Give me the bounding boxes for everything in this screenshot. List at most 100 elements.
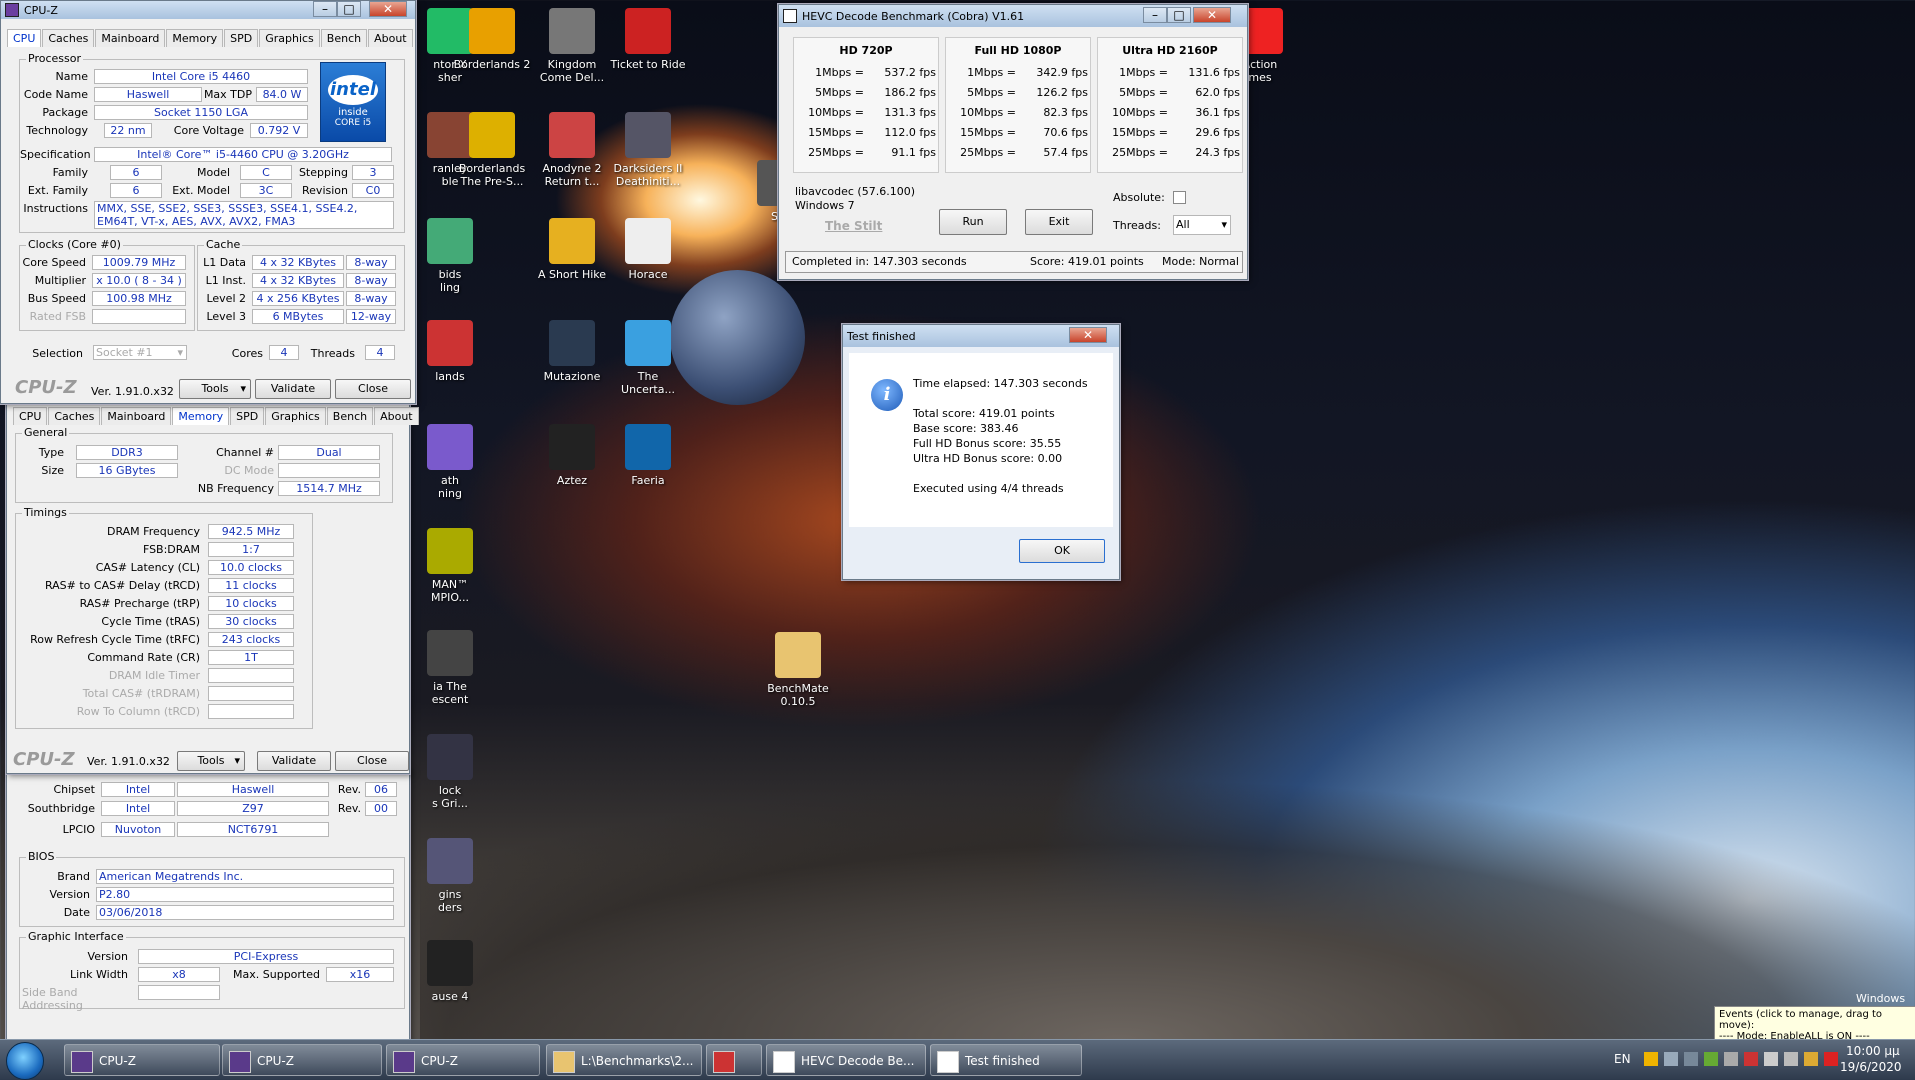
- desktop-icon[interactable]: Faeria: [608, 424, 688, 487]
- desktop-icon[interactable]: Borderlands 2: [452, 8, 532, 71]
- taskbar-item[interactable]: [706, 1044, 762, 1076]
- taskbar-item[interactable]: Test finished: [930, 1044, 1082, 1076]
- graphic-interface-group: Graphic Interface Version PCI-Express Li…: [19, 930, 405, 1012]
- desktop-icon[interactable]: gins ders: [410, 838, 490, 914]
- tab-memory[interactable]: Memory: [166, 29, 224, 47]
- close-button[interactable]: Close: [335, 751, 409, 771]
- tools-button[interactable]: Tools ▾: [177, 751, 245, 771]
- fps-value: 91.1 fps: [891, 146, 936, 159]
- run-button[interactable]: Run: [939, 209, 1007, 235]
- close-icon[interactable]: ✕: [369, 1, 407, 17]
- close-button[interactable]: Close: [335, 379, 411, 399]
- app-icon: [549, 424, 595, 470]
- desktop-icon[interactable]: ia The escent: [410, 630, 490, 706]
- close-icon[interactable]: ✕: [1193, 7, 1231, 23]
- signal-icon[interactable]: [1784, 1052, 1798, 1066]
- warning-icon[interactable]: [1644, 1052, 1658, 1066]
- desktop-icon[interactable]: MAN™ MPIO...: [410, 528, 490, 604]
- timing-label: Row Refresh Cycle Time (tRFC): [30, 633, 200, 646]
- taskbar-item[interactable]: CPU-Z: [64, 1044, 220, 1076]
- tab-cpu[interactable]: CPU: [7, 29, 42, 47]
- desktop-icon-label: Mutazione: [543, 370, 601, 383]
- tab-about[interactable]: About: [374, 407, 419, 425]
- app-icon: [427, 630, 473, 676]
- desktop-icon[interactable]: A Short Hike: [532, 218, 612, 281]
- channel-label: Channel #: [216, 446, 274, 459]
- absolute-checkbox[interactable]: [1173, 191, 1186, 204]
- status-bar: Completed in: 147.303 seconds Score: 419…: [785, 251, 1243, 273]
- bitrate-label: 5Mbps =: [1119, 86, 1168, 99]
- timing-label: Command Rate (CR): [87, 651, 200, 664]
- maximize-button[interactable]: □: [337, 1, 361, 17]
- tab-cpu[interactable]: CPU: [13, 407, 48, 425]
- info-icon: i: [871, 379, 903, 411]
- desktop-icon[interactable]: The Uncerta...: [608, 320, 688, 396]
- taskbar-app-icon: [553, 1051, 575, 1073]
- validate-button[interactable]: Validate: [255, 379, 331, 399]
- language-indicator[interactable]: EN: [1614, 1052, 1631, 1066]
- desktop-icon[interactable]: lands: [410, 320, 490, 383]
- desktop-icon[interactable]: Aztez: [532, 424, 612, 487]
- flag-icon[interactable]: [1744, 1052, 1758, 1066]
- bitrate-label: 25Mbps =: [1112, 146, 1168, 159]
- tab-spd[interactable]: SPD: [230, 407, 265, 425]
- tab-caches[interactable]: Caches: [42, 29, 95, 47]
- maximize-button[interactable]: □: [1167, 7, 1191, 23]
- tools-button[interactable]: Tools ▾: [179, 379, 251, 399]
- desktop-icon[interactable]: Mutazione: [532, 320, 612, 383]
- validate-button[interactable]: Validate: [257, 751, 331, 771]
- taskbar-item[interactable]: CPU-Z: [386, 1044, 540, 1076]
- desktop-icon[interactable]: ause 4: [410, 940, 490, 1003]
- l3-way: 12-way: [346, 309, 396, 324]
- clock-date[interactable]: 19/6/2020: [1840, 1060, 1902, 1074]
- taskbar-item[interactable]: CPU-Z: [222, 1044, 382, 1076]
- chipset-rev-label: Rev.: [337, 783, 361, 796]
- ok-button[interactable]: OK: [1019, 539, 1105, 563]
- mem-type: DDR3: [76, 445, 178, 460]
- gi-version: PCI-Express: [138, 949, 394, 964]
- taskbar-item[interactable]: HEVC Decode Be...: [766, 1044, 926, 1076]
- tab-bench[interactable]: Bench: [326, 407, 374, 425]
- codename: Haswell: [94, 87, 202, 102]
- tab-bench[interactable]: Bench: [320, 29, 368, 47]
- desktop-icon[interactable]: Kingdom Come Del...: [532, 8, 612, 84]
- tab-mainboard[interactable]: Mainboard: [101, 407, 172, 425]
- desktop-icon[interactable]: Borderlands The Pre-S...: [452, 112, 532, 188]
- network-icon[interactable]: [1664, 1052, 1678, 1066]
- tab-graphics[interactable]: Graphics: [265, 407, 326, 425]
- volume-icon[interactable]: [1764, 1052, 1778, 1066]
- desktop-icon[interactable]: lock s Gri...: [410, 734, 490, 810]
- revision: C0: [352, 183, 394, 198]
- desktop-icon[interactable]: bids ling: [410, 218, 490, 294]
- tab-graphics[interactable]: Graphics: [259, 29, 320, 47]
- error-icon[interactable]: [1824, 1052, 1838, 1066]
- close-icon[interactable]: ✕: [1069, 327, 1107, 343]
- tab-caches[interactable]: Caches: [48, 407, 101, 425]
- nvidia-icon[interactable]: [1704, 1052, 1718, 1066]
- clock-time[interactable]: 10:00 µµ: [1846, 1044, 1900, 1058]
- app-icon: [427, 734, 473, 780]
- tab-mainboard[interactable]: Mainboard: [95, 29, 166, 47]
- desktop-icon[interactable]: Darksiders II Deathiniti...: [608, 112, 688, 188]
- minimize-button[interactable]: –: [313, 1, 337, 17]
- start-button[interactable]: [6, 1042, 44, 1080]
- threads-select[interactable]: All ▾: [1173, 215, 1231, 235]
- desktop-icon-label: Borderlands The Pre-S...: [458, 162, 526, 188]
- desktop-icon[interactable]: ath ning: [410, 424, 490, 500]
- desktop-icon[interactable]: Horace: [608, 218, 688, 281]
- minimize-button[interactable]: –: [1143, 7, 1167, 23]
- shield-icon[interactable]: [1804, 1052, 1818, 1066]
- tab-about[interactable]: About: [368, 29, 413, 47]
- tab-spd[interactable]: SPD: [224, 29, 259, 47]
- app-icon: [625, 320, 671, 366]
- desktop-icon[interactable]: Ticket to Ride: [608, 8, 688, 71]
- exit-button[interactable]: Exit: [1025, 209, 1093, 235]
- socket-select[interactable]: Socket #1 ▾: [93, 345, 187, 360]
- desktop-icon[interactable]: BenchMate 0.10.5: [758, 632, 838, 708]
- taskbar-item[interactable]: L:\Benchmarks\2...: [546, 1044, 702, 1076]
- desktop-icon[interactable]: Anodyne 2 Return t...: [532, 112, 612, 188]
- desktop-icon-label: A Short Hike: [537, 268, 607, 281]
- tab-memory[interactable]: Memory: [172, 407, 230, 425]
- usb-icon[interactable]: [1724, 1052, 1738, 1066]
- monitor-icon[interactable]: [1684, 1052, 1698, 1066]
